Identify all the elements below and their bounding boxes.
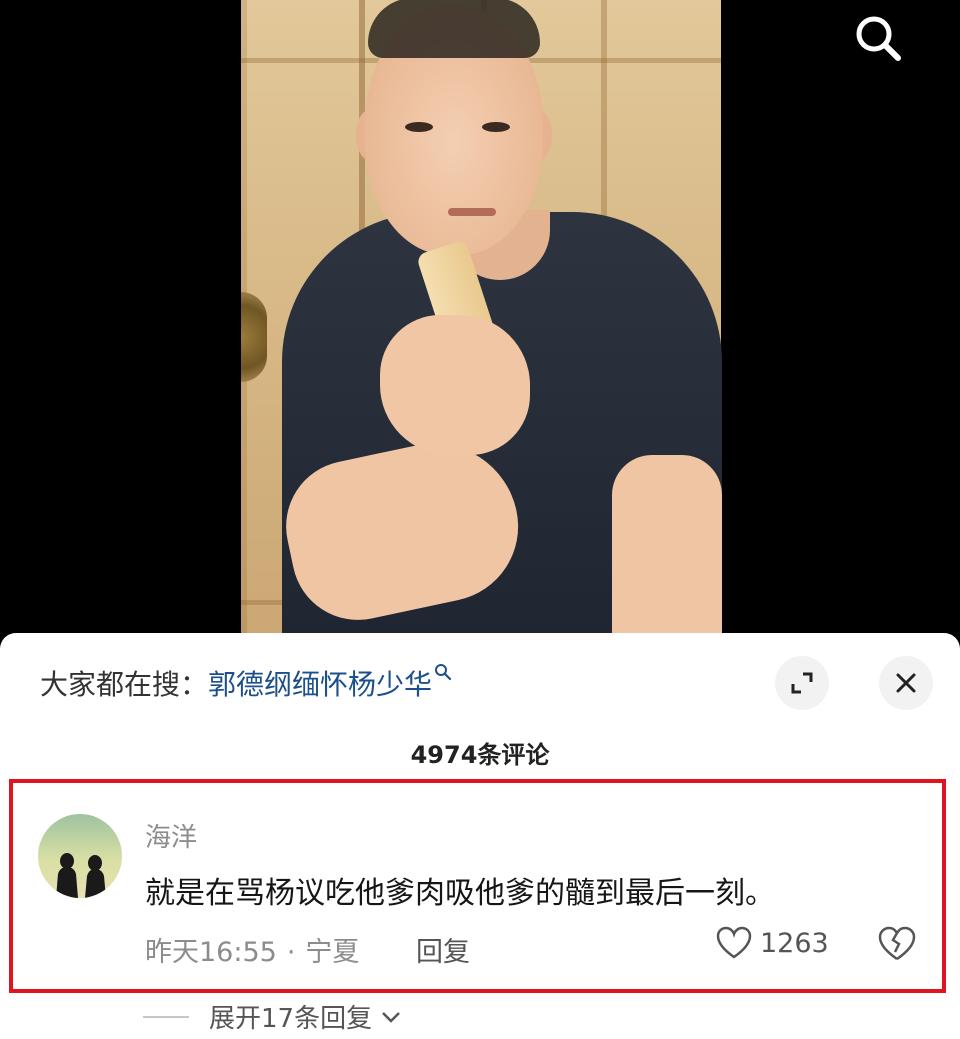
chevron-down-icon [382,1011,400,1023]
heart-icon [716,926,752,959]
divider-dash [143,1015,189,1018]
trending-term-link[interactable]: 郭德纲缅怀杨少华 [208,668,432,701]
comment-count: 4974条评论 [410,741,550,769]
meta-separator: · [286,937,296,968]
video-player[interactable] [0,0,960,660]
trending-search: 大家都在搜：郭德纲缅怀杨少华 [40,663,452,703]
person-mouth [448,208,496,216]
dislike-button[interactable] [878,926,916,966]
close-button[interactable] [879,656,933,710]
comment-time: 昨天16:55 [145,937,277,968]
comment-location: 宁夏 [305,937,360,968]
like-count: 1263 [760,927,829,959]
comment-username[interactable]: 海洋 [145,817,197,854]
reply-button[interactable]: 回复 [416,930,470,969]
person-hand [380,315,530,455]
person-arm [612,455,722,660]
comment-text: 就是在骂杨议吃他爹肉吸他爹的髓到最后一刻。 [145,876,775,911]
expand-button[interactable] [775,656,829,710]
search-icon [856,16,901,61]
door-handle [241,292,267,382]
like-button[interactable]: 1263 [716,926,829,960]
avatar[interactable] [38,814,122,898]
comment-meta: 昨天16:55 · 宁夏 [145,930,359,969]
expand-icon [791,672,813,694]
person-hair [368,0,540,58]
person-eye [405,122,433,132]
search-icon[interactable] [434,663,452,681]
expand-replies-button[interactable]: 展开17条回复 [143,998,404,1035]
expand-replies-label: 展开17条回复 [209,1004,373,1034]
broken-heart-icon [878,926,916,961]
person-eye [482,122,510,132]
trending-label: 大家都在搜： [40,668,209,701]
search-button[interactable] [850,12,908,64]
close-icon [896,673,916,693]
avatar-silhouette-icon [56,853,106,898]
